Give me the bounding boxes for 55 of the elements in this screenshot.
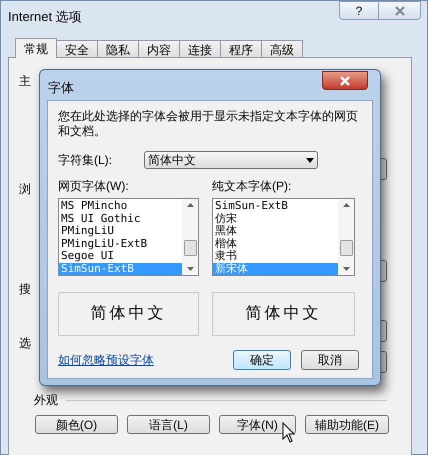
list-item[interactable]: 黑体 bbox=[213, 225, 338, 238]
scroll-thumb[interactable] bbox=[184, 240, 196, 256]
dropdown-arrow-icon bbox=[306, 158, 314, 162]
list-item[interactable]: 楷体 bbox=[213, 238, 338, 250]
appearance-button[interactable]: 辅助功能(E) bbox=[305, 415, 389, 434]
description-text: 您在此处选择的字体会被用于显示未指定文本字体的网页和文档。 bbox=[58, 109, 358, 139]
cursor-icon bbox=[282, 422, 296, 443]
scroll-up-icon bbox=[342, 203, 350, 207]
list-label: 纯文本字体(P): bbox=[212, 178, 292, 195]
charset-dropdown[interactable]: 简体中文 bbox=[144, 151, 318, 169]
list-item[interactable]: SimSun-ExtB bbox=[213, 200, 338, 212]
font-list[interactable]: MS PMincho MS UI Gothic PMingLiU PMingLiU-ExtB Segoe UI SimSun-ExtB bbox=[58, 198, 199, 276]
list-item[interactable]: PMingLiU bbox=[59, 225, 182, 238]
tab[interactable]: 隐私 bbox=[97, 40, 139, 57]
scrollbar[interactable] bbox=[182, 199, 198, 275]
font-preview: 简体中文 bbox=[212, 292, 355, 336]
close-icon bbox=[394, 6, 406, 16]
scroll-down-icon bbox=[342, 267, 350, 271]
appearance-button[interactable]: 字体(N) bbox=[219, 415, 296, 434]
appearance-button[interactable]: 语言(L) bbox=[127, 415, 210, 434]
scroll-thumb[interactable] bbox=[340, 240, 352, 256]
appearance-button[interactable]: 颜色(O) bbox=[35, 415, 118, 434]
section-heading: 选 bbox=[19, 335, 32, 352]
list-item[interactable]: 仿宋 bbox=[213, 212, 338, 225]
scroll-up-icon bbox=[186, 203, 194, 207]
scroll-down-icon bbox=[186, 267, 194, 271]
section-heading: 浏 bbox=[19, 181, 32, 198]
dropdown-value: 简体中文 bbox=[148, 152, 197, 169]
font-preview: 简体中文 bbox=[58, 292, 199, 336]
tab[interactable]: 安全 bbox=[56, 40, 98, 57]
list-item[interactable]: MS PMincho bbox=[59, 200, 182, 212]
tab[interactable]: 内容 bbox=[138, 40, 180, 57]
cancel-button[interactable]: 取消 bbox=[301, 350, 359, 370]
section-heading: 搜 bbox=[19, 281, 32, 298]
tab[interactable]: 高级 bbox=[261, 40, 303, 57]
window-title: Internet 选项 bbox=[8, 8, 82, 26]
section-heading: 主 bbox=[19, 73, 32, 90]
charset-label: 字符集(L): bbox=[58, 152, 113, 169]
ok-button[interactable]: 确定 bbox=[233, 350, 291, 370]
help-button[interactable]: ? bbox=[339, 1, 379, 20]
help-link[interactable]: 如何忽略预设字体 bbox=[58, 351, 154, 369]
tab[interactable]: 程序 bbox=[220, 40, 262, 57]
font-list[interactable]: SimSun-ExtB 仿宋 黑体 楷体 隶书 新宋体 bbox=[212, 198, 355, 276]
list-item[interactable]: PMingLiU-ExtB bbox=[59, 238, 182, 250]
close-button[interactable] bbox=[322, 71, 368, 90]
list-item[interactable]: Segoe UI bbox=[59, 250, 182, 262]
scrollbar[interactable] bbox=[338, 199, 354, 275]
dialog-title: 字体 bbox=[48, 79, 74, 97]
tab[interactable]: 常规 bbox=[15, 38, 57, 58]
list-item[interactable]: MS UI Gothic bbox=[59, 212, 182, 225]
close-icon bbox=[339, 76, 351, 86]
list-label: 网页字体(W): bbox=[58, 178, 130, 195]
list-item[interactable]: 隶书 bbox=[213, 250, 338, 262]
tab[interactable]: 连接 bbox=[179, 40, 221, 57]
section-heading: 外观 bbox=[34, 392, 58, 409]
